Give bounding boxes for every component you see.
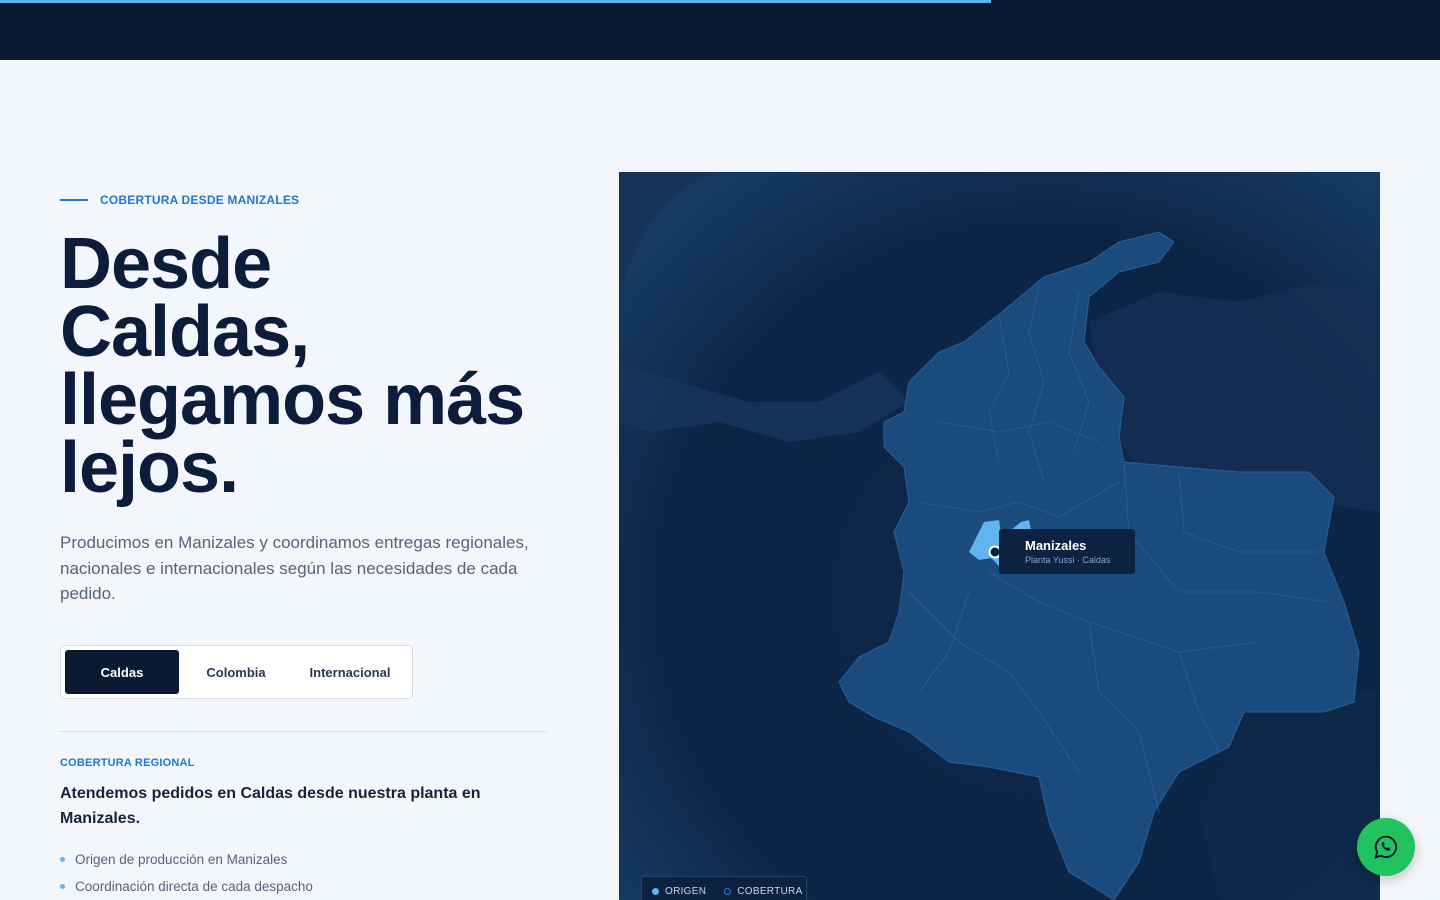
list-item: Coordinación directa de cada despacho [60,873,313,900]
headline-line: Caldas, [60,292,310,372]
whatsapp-button[interactable] [1357,818,1415,876]
tooltip-title: Manizales [1025,538,1087,553]
tab-colombia[interactable]: Colombia [179,650,293,694]
bullet-text: Coordinación directa de cada despacho [75,879,313,894]
headline-line: lejos. [60,428,239,508]
section-eyebrow: COBERTURA DESDE MANIZALES [60,193,299,207]
coverage-tabs: Caldas Colombia Internacional [60,645,413,699]
divider [60,731,547,732]
tab-internacional[interactable]: Internacional [293,650,407,694]
bullet-dot [60,884,65,889]
bullet-dot [60,857,65,862]
map-legend: ORIGEN COBERTURA [641,876,807,900]
legend-coverage: COBERTURA [724,886,802,897]
legend-label: ORIGEN [665,886,707,897]
headline-line: Desde [60,224,272,304]
eyebrow-line [60,199,88,201]
legend-origin: ORIGEN [652,886,706,897]
tab-caldas[interactable]: Caldas [65,650,179,694]
whatsapp-icon [1374,835,1398,859]
bullet-text: Origen de producción en Manizales [75,852,288,867]
list-item: Origen de producción en Manizales [60,846,313,873]
location-tooltip: Manizales Planta Yussi · Caldas [999,529,1135,574]
coverage-bullets: Origen de producción en Manizales Coordi… [60,846,313,900]
top-nav-bar [0,0,1440,60]
headline-line: llegamos más [60,360,525,440]
eyebrow-text: COBERTURA DESDE MANIZALES [100,193,300,207]
coverage-label: COBERTURA REGIONAL [60,757,195,769]
origin-dot-icon [652,888,659,895]
coverage-ring-icon [724,888,732,895]
coverage-description: Atendemos pedidos en Caldas desde nuestr… [60,785,481,827]
tooltip-subtitle: Planta Yussi · Caldas [1025,555,1111,565]
hero-intro: Producimos en Manizales y coordinamos en… [60,533,529,603]
scroll-progress-bar [0,0,991,3]
legend-label: COBERTURA [737,886,803,897]
hero-headline: Desde Caldas, llegamos más lejos. [60,224,580,508]
